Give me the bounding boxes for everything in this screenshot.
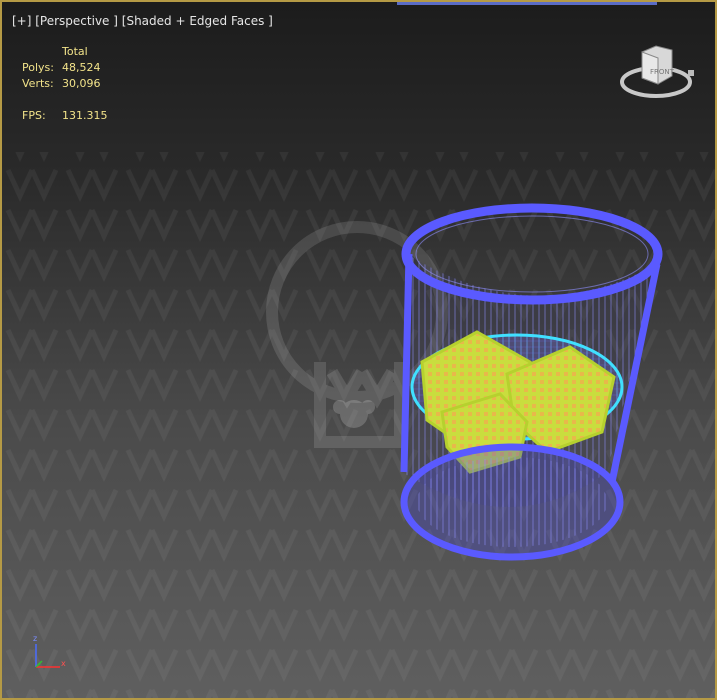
view-type-menu[interactable]: [Perspective ] <box>35 14 118 28</box>
viewport-label: [+] [Perspective ] [Shaded + Edged Faces… <box>12 14 273 28</box>
axis-z-label: z <box>33 634 37 643</box>
verts-value: 30,096 <box>62 77 101 90</box>
viewcube[interactable]: FRONT <box>616 40 698 110</box>
viewcube-face-label: FRONT <box>650 68 675 76</box>
statistics-overlay: Total Polys: 48,524 Verts: 30,096 FPS: 131.… <box>22 44 122 124</box>
stats-header: Total <box>62 45 88 58</box>
axis-tripod-icon: z x <box>33 634 66 668</box>
axis-x-label: x <box>61 659 66 668</box>
viewcube-compass-icon <box>688 70 694 76</box>
verts-label: Verts: <box>22 77 54 90</box>
shading-mode-menu[interactable]: [Shaded + Edged Faces ] <box>122 14 273 28</box>
polys-label: Polys: <box>22 61 54 74</box>
fps-label: FPS: <box>22 109 46 122</box>
glass-base <box>400 443 624 561</box>
polys-value: 48,524 <box>62 61 101 74</box>
fps-value: 131.315 <box>62 109 108 122</box>
3d-viewport[interactable]: [+] [Perspective ] [Shaded + Edged Faces… <box>0 0 717 700</box>
viewport-menu-button[interactable]: [+] <box>12 14 31 28</box>
